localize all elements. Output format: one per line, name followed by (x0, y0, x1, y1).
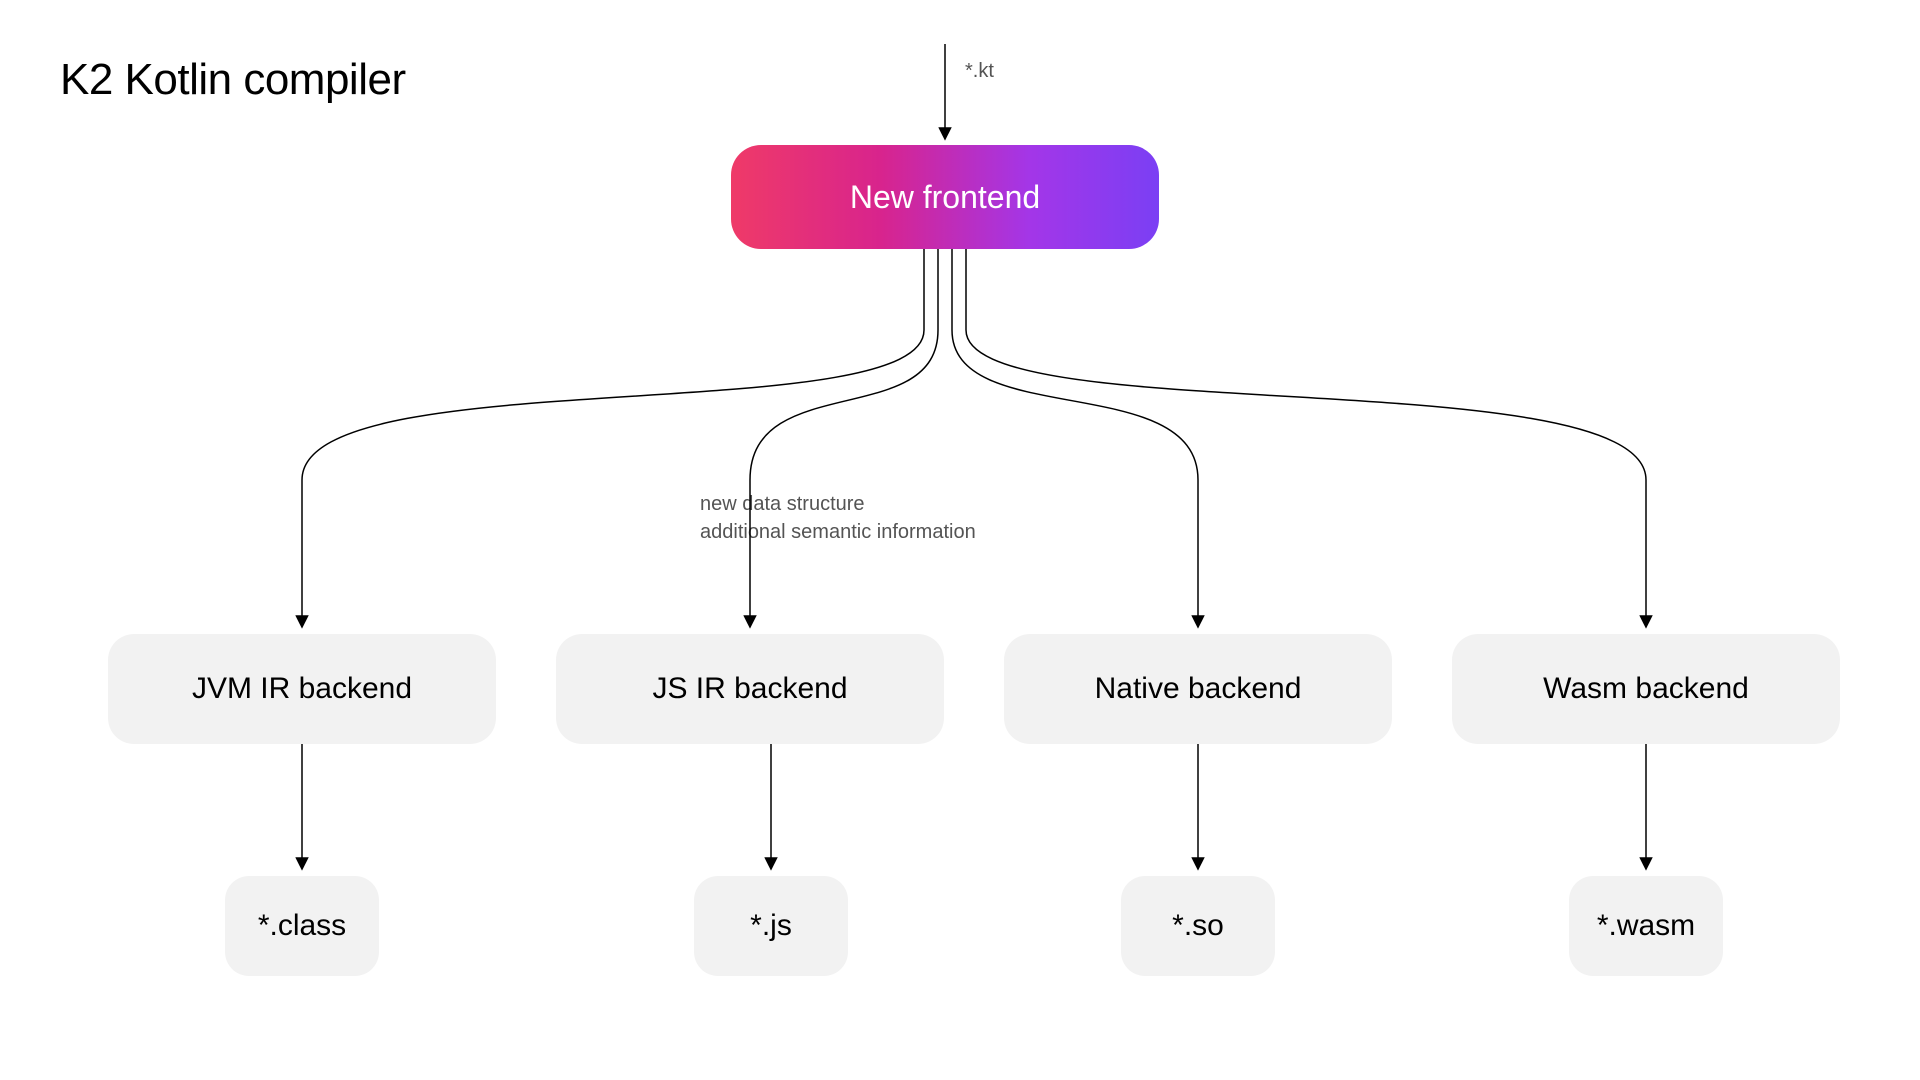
backend-label: Native backend (1095, 672, 1302, 706)
output-label: *.wasm (1597, 909, 1695, 943)
edge-annotation-line1: new data structure (700, 490, 976, 518)
backend-node-wasm: Wasm backend (1452, 634, 1840, 744)
output-node-wasm: *.wasm (1569, 876, 1723, 976)
diagram-title: K2 Kotlin compiler (60, 55, 406, 105)
output-label: *.js (750, 909, 792, 943)
output-label: *.so (1172, 909, 1224, 943)
frontend-node: New frontend (731, 145, 1159, 249)
backend-node-jvm: JVM IR backend (108, 634, 496, 744)
output-label: *.class (258, 909, 346, 943)
diagram-canvas: K2 Kotlin compiler *.kt New frontend new… (0, 0, 1920, 1080)
backend-node-native: Native backend (1004, 634, 1392, 744)
output-node-native: *.so (1121, 876, 1275, 976)
output-node-jvm: *.class (225, 876, 379, 976)
backend-node-js: JS IR backend (556, 634, 944, 744)
backend-label: Wasm backend (1543, 672, 1749, 706)
input-file-label: *.kt (965, 60, 994, 83)
frontend-label: New frontend (850, 179, 1040, 216)
output-node-js: *.js (694, 876, 848, 976)
edge-annotation: new data structure additional semantic i… (700, 490, 976, 546)
backend-label: JS IR backend (652, 672, 847, 706)
edge-annotation-line2: additional semantic information (700, 518, 976, 546)
backend-label: JVM IR backend (192, 672, 412, 706)
